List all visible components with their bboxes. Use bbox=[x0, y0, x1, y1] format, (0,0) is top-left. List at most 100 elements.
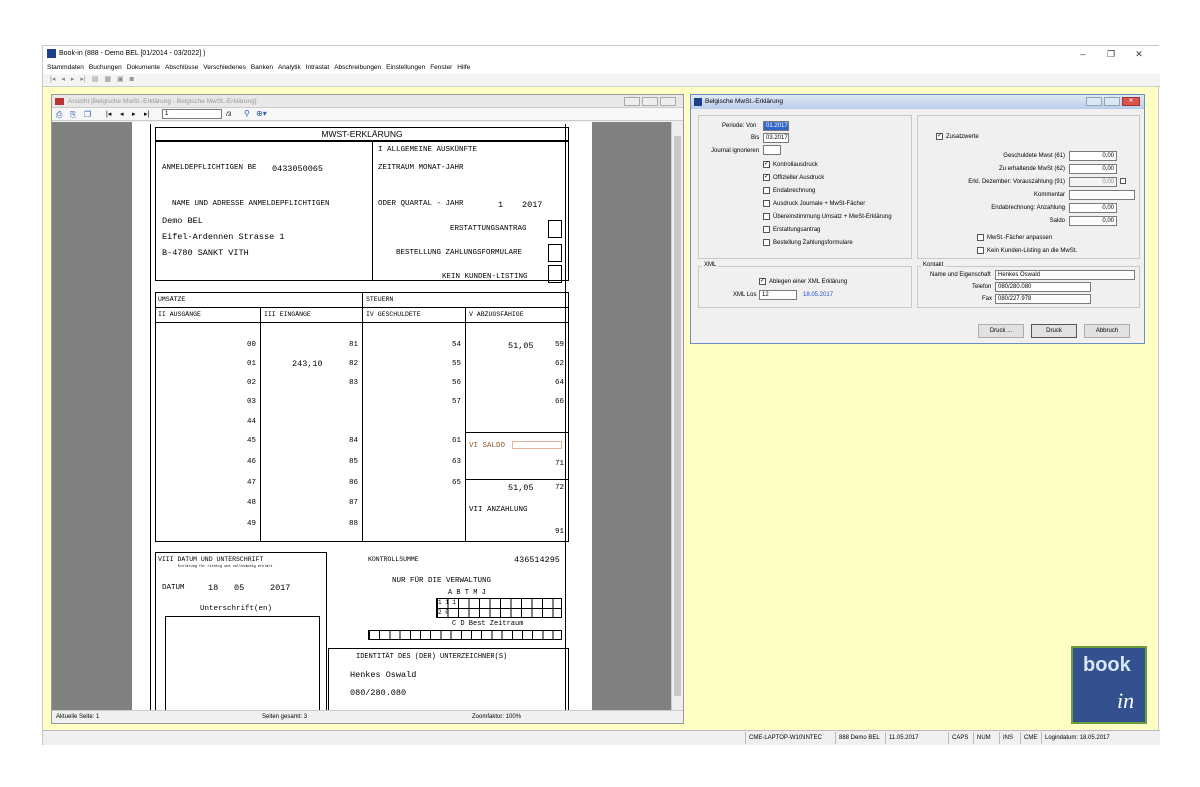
fax-input[interactable]: 080/227.978 bbox=[995, 294, 1091, 304]
zusatzwerte-checkbox[interactable]: ✓ Zusatzwerte bbox=[936, 133, 979, 140]
kein-listing-checkbox[interactable]: Kein Kunden-Listing an die MwSt. bbox=[977, 247, 1077, 254]
druck-dots-button[interactable]: Druck ... bbox=[978, 324, 1024, 338]
copy-icon[interactable]: ❐ bbox=[84, 110, 91, 119]
checkbox-box[interactable] bbox=[763, 200, 770, 207]
checkbox-box[interactable] bbox=[763, 239, 770, 246]
option-checkbox[interactable]: Ausdruck Journale + MwSt-Fächer bbox=[763, 200, 865, 207]
first-page-icon[interactable]: |◂ bbox=[106, 110, 111, 118]
prev-record-icon[interactable]: ◂ bbox=[61, 74, 65, 86]
datum-label: DATUM bbox=[162, 584, 185, 592]
report-page: MWST-ERKLÄRUNG ANMELDEPFLICHTIGEN BE 043… bbox=[132, 122, 592, 710]
menu-item[interactable]: Banken bbox=[251, 62, 273, 74]
vorauszahlung-checkbox[interactable] bbox=[1120, 178, 1126, 184]
option-checkbox[interactable]: Endabrechnung bbox=[763, 187, 815, 194]
checkbox-box[interactable] bbox=[763, 213, 770, 220]
next-page-icon[interactable]: ▸ bbox=[132, 110, 136, 118]
mwst-faecher-checkbox[interactable]: MwSt.-Fächer anpassen bbox=[977, 234, 1052, 241]
value-field-input[interactable]: 0,00 bbox=[1069, 177, 1117, 187]
close-button[interactable]: ✕ bbox=[1129, 47, 1149, 61]
checkbox-label: Ausdruck Journale + MwSt-Fächer bbox=[773, 201, 866, 208]
vi-code-72: 72 bbox=[554, 484, 564, 492]
code-cell: 83 bbox=[348, 379, 358, 387]
value-field-input[interactable]: 0,00 bbox=[1069, 164, 1117, 174]
datum-year: 2017 bbox=[270, 583, 291, 593]
menu-item[interactable]: Einstellungen bbox=[386, 62, 425, 74]
iii-value-82: 243,10 bbox=[292, 359, 323, 369]
checkbox-box[interactable]: ✓ bbox=[763, 174, 770, 181]
vat-number: 0433050065 bbox=[272, 164, 324, 174]
last-record-icon[interactable]: ▸| bbox=[80, 74, 85, 86]
app-title: Book-in (888 - Demo BEL [01/2014 - 03/20… bbox=[59, 50, 206, 57]
ablegen-checkbox[interactable]: ✓ Ablegen einer XML Erklärung bbox=[759, 278, 847, 285]
menu-item[interactable]: Buchungen bbox=[89, 62, 122, 74]
company-street: Eifel-Ardennen Strasse 1 bbox=[162, 232, 285, 242]
preview-vertical-scrollbar[interactable] bbox=[671, 122, 683, 710]
help-icon[interactable]: ◙ bbox=[130, 74, 134, 86]
telefon-input[interactable]: 080/280.080 bbox=[995, 282, 1091, 292]
menu-item[interactable]: Abschreibungen bbox=[334, 62, 381, 74]
menu-item[interactable]: Analytik bbox=[278, 62, 301, 74]
next-record-icon[interactable]: ▸ bbox=[71, 74, 75, 86]
option-checkbox[interactable]: Erstattungsantrag bbox=[763, 226, 820, 233]
col-ii-header: II AUSGÄNGE bbox=[158, 311, 201, 318]
checkbox-box[interactable] bbox=[763, 226, 770, 233]
print-icon[interactable]: ▤ bbox=[92, 74, 99, 86]
code-cell: 64 bbox=[554, 379, 564, 387]
checkbox-box[interactable] bbox=[763, 187, 770, 194]
export-icon[interactable]: ⎙ bbox=[56, 110, 62, 120]
druck-button[interactable]: Druck bbox=[1031, 324, 1077, 338]
periode-von-input[interactable]: 01.2017 bbox=[763, 121, 789, 131]
preview-title: Ansicht [Belgische MwSt.-Erklärung - Bel… bbox=[68, 98, 257, 105]
preview-minimize-button[interactable] bbox=[624, 97, 640, 106]
menu-item[interactable]: Hilfe bbox=[457, 62, 470, 74]
menu-item[interactable]: Verschiedenes bbox=[203, 62, 246, 74]
menu-item[interactable]: Dokumente bbox=[127, 62, 160, 74]
dialog-close-button[interactable]: ✕ bbox=[1122, 97, 1140, 106]
menu-item[interactable]: Abschlüsse bbox=[165, 62, 198, 74]
code-cell: 63 bbox=[451, 458, 461, 466]
bis-input[interactable]: 03.2017 bbox=[763, 133, 789, 143]
page-number-input[interactable]: 1 bbox=[162, 109, 222, 119]
value-field-input[interactable]: 0,00 bbox=[1069, 203, 1117, 213]
code-cell: 54 bbox=[451, 341, 461, 349]
name-input[interactable]: Henkes Oswald bbox=[995, 270, 1135, 280]
checkbox-box[interactable]: ✓ bbox=[763, 161, 770, 168]
checkbox-label: Erstattungsantrag bbox=[773, 227, 821, 234]
abtmj-label: A B T M J bbox=[448, 589, 486, 597]
value-field-input[interactable]: 0,00 bbox=[1069, 151, 1117, 161]
preview-area[interactable]: MWST-ERKLÄRUNG ANMELDEPFLICHTIGEN BE 043… bbox=[52, 122, 671, 710]
option-checkbox[interactable]: ✓ Kontrollausdruck bbox=[763, 161, 818, 168]
section-i-title: I ALLGEMEINE AUSKÜNFTE bbox=[378, 146, 478, 154]
preview-restore-button[interactable] bbox=[642, 97, 658, 106]
preview-close-button[interactable] bbox=[660, 97, 676, 106]
prev-page-icon[interactable]: ◂ bbox=[120, 110, 124, 118]
journal-ignorieren-input[interactable] bbox=[763, 145, 781, 155]
code-cell: 86 bbox=[348, 479, 358, 487]
monitor-icon[interactable]: ▣ bbox=[117, 74, 124, 86]
scroll-thumb[interactable] bbox=[674, 136, 681, 696]
menu-item[interactable]: Fenster bbox=[430, 62, 452, 74]
best-zeitraum-grid bbox=[368, 630, 562, 640]
restore-button[interactable]: ❐ bbox=[1101, 47, 1121, 61]
print-preview-icon[interactable]: ⎘ bbox=[70, 110, 76, 120]
option-checkbox[interactable]: ✓ Offizieller Ausdruck bbox=[763, 174, 824, 181]
zoom-icon[interactable]: ⊕▾ bbox=[256, 109, 267, 118]
first-record-icon[interactable]: |◂ bbox=[50, 74, 55, 86]
abbruch-button[interactable]: Abbruch bbox=[1084, 324, 1130, 338]
menu-item[interactable]: Intrastat bbox=[306, 62, 329, 74]
status-cell: 11.05.2017 bbox=[885, 732, 922, 744]
zoom-factor: Zoomfaktor: 100% bbox=[472, 714, 522, 720]
option-checkbox[interactable]: Übereinstimmung Umsatz + MwSt-Erklärung bbox=[763, 213, 892, 220]
dialog-maximize-button[interactable] bbox=[1104, 97, 1120, 106]
menu-item[interactable]: Stammdaten bbox=[47, 62, 84, 74]
value-field-input[interactable]: 0,00 bbox=[1069, 216, 1117, 226]
last-page-icon[interactable]: ▸| bbox=[144, 110, 149, 118]
checkbox-label: Übereinstimmung Umsatz + MwSt-Erklärung bbox=[773, 214, 892, 221]
minimize-button[interactable]: – bbox=[1073, 47, 1093, 61]
binoculars-icon[interactable]: ⚲ bbox=[244, 109, 250, 118]
option-checkbox[interactable]: Bestellung Zahlungsformulare bbox=[763, 239, 853, 246]
xml-los-input[interactable]: 12 bbox=[759, 290, 797, 300]
calculator-icon[interactable]: ▦ bbox=[104, 74, 111, 86]
value-field-input[interactable] bbox=[1069, 190, 1135, 200]
dialog-minimize-button[interactable] bbox=[1086, 97, 1102, 106]
